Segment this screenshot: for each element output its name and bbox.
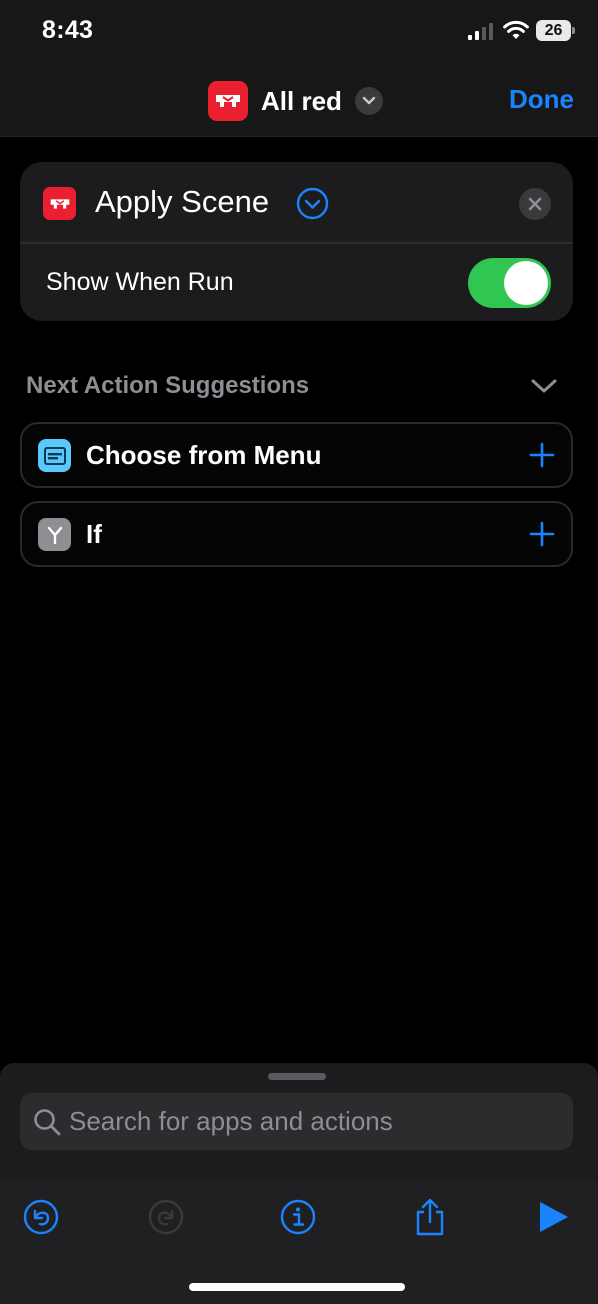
battery-level: 26 [544,21,563,39]
toggle-knob [504,261,548,305]
redo-icon[interactable] [146,1197,186,1237]
branch-icon [38,518,71,551]
sheet-grabber[interactable] [268,1073,326,1080]
battery-body: 26 [536,20,571,41]
plus-icon[interactable] [529,442,555,468]
cellular-signal-icon [468,23,493,40]
remove-action-button[interactable] [519,188,551,220]
suggestion-if[interactable]: If [20,501,573,567]
done-button[interactable]: Done [509,84,574,115]
home-indicator [189,1283,405,1291]
suggestions-header: Next Action Suggestions [26,372,310,399]
undo-icon[interactable] [21,1197,61,1237]
share-icon[interactable] [410,1197,450,1237]
wifi-icon [503,20,529,39]
search-icon [34,1109,61,1136]
shortcut-editor-screen: 8:43 26 All red Done Apply Scene Show Wh… [0,0,598,1304]
shortcut-title: All red [261,85,342,116]
menu-icon [38,439,71,472]
show-when-run-label: Show When Run [46,268,234,296]
yale-logo-icon [43,187,76,220]
shortcut-title-menu[interactable]: All red [208,81,383,121]
suggestion-label: Choose from Menu [86,440,322,470]
battery-cap [572,27,575,34]
apply-scene-action-card: Apply Scene Show When Run [20,162,573,321]
header: 8:43 26 All red Done [0,0,598,137]
action-header-row: Apply Scene [20,162,573,244]
expand-chevron-icon[interactable] [296,187,329,220]
action-search-sheet [0,1063,598,1304]
battery-indicator: 26 [536,20,576,41]
info-icon[interactable] [278,1197,318,1237]
chevron-down-icon[interactable] [530,376,558,396]
search-input[interactable] [69,1093,559,1150]
chevron-down-icon [354,87,383,115]
suggestion-choose-from-menu[interactable]: Choose from Menu [20,422,573,488]
plus-icon[interactable] [529,521,555,547]
action-title: Apply Scene [95,184,270,219]
play-icon[interactable] [534,1197,574,1237]
close-icon [528,197,542,211]
show-when-run-toggle[interactable] [468,258,551,308]
search-bar[interactable] [20,1093,573,1150]
editor-toolbar [0,1179,598,1304]
status-time: 8:43 [42,16,94,44]
yale-logo-icon [208,81,248,121]
suggestion-label: If [86,519,102,549]
